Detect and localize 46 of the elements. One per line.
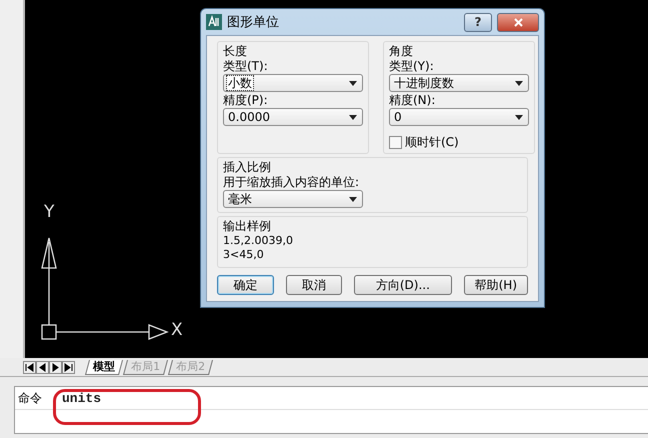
close-icon — [514, 18, 522, 26]
help-button[interactable]: ? — [464, 12, 492, 32]
command-input[interactable]: units — [62, 390, 102, 406]
sample-output-text: 1.5,2.0039,0 — [223, 234, 294, 247]
tab-scroll-button[interactable] — [62, 360, 75, 374]
layout-tab[interactable]: 模型 — [85, 360, 123, 374]
group-heading: 长度 — [223, 44, 248, 58]
field-label: 用于缩放插入内容的单位: — [223, 175, 360, 189]
caret-icon — [349, 196, 357, 202]
close-button[interactable] — [497, 12, 539, 32]
caret-icon — [349, 114, 357, 120]
group-heading: 插入比例 — [223, 160, 272, 174]
field-label: 类型(T): — [223, 59, 269, 73]
last-page-icon — [64, 362, 73, 372]
checkbox[interactable] — [389, 136, 402, 148]
tab-scroll-button[interactable] — [36, 360, 49, 374]
drawing-canvas[interactable]: Y X 图形单位 ? 长度 类型(T): 小数 精度(P): 0.0000 角度 类型(Y): 十进制度数 精度(N): 0 顺时针(C) 插入比例 用于缩放插入内容的单位: 毫米 输出样例 1.5,2.0039,0 3<45,0 确定 取消 方向(D)... 帮助(H) — [25, 0, 648, 358]
dropdown[interactable]: 十进制度数 — [389, 74, 529, 92]
field-label: 精度(N): — [389, 93, 436, 107]
app-icon — [206, 14, 222, 30]
dropdown[interactable]: 小数 — [223, 74, 363, 92]
field-label: 精度(P): — [223, 93, 269, 107]
next-icon — [51, 362, 60, 372]
dialog-button[interactable]: 取消 — [286, 275, 342, 295]
x-axis-label: X — [171, 320, 183, 340]
dialog-button[interactable]: 帮助(H) — [464, 275, 528, 295]
caret-icon — [349, 80, 357, 86]
previous-icon — [38, 362, 47, 372]
group-heading: 输出样例 — [223, 219, 272, 233]
checkbox-label: 顺时针(C) — [405, 135, 459, 149]
tab-scroll-button[interactable] — [23, 360, 36, 374]
command-prompt: 命令 — [18, 390, 42, 406]
dialog-title: 图形单位 — [227, 14, 280, 31]
dropdown[interactable]: 毫米 — [223, 190, 363, 208]
group-heading: 角度 — [389, 44, 414, 58]
sample-output-text: 3<45,0 — [223, 248, 265, 261]
first-page-icon — [25, 362, 34, 372]
caret-icon — [515, 80, 523, 86]
dialog-button[interactable]: 方向(D)... — [354, 275, 452, 295]
field-label: 类型(Y): — [389, 59, 435, 73]
dialog-button[interactable]: 确定 — [217, 275, 274, 295]
dropdown[interactable]: 0 — [389, 108, 529, 126]
tab-scroll-button[interactable] — [49, 360, 62, 374]
caret-icon — [515, 114, 523, 120]
dropdown[interactable]: 0.0000 — [223, 108, 363, 126]
y-axis-label: Y — [44, 202, 54, 222]
